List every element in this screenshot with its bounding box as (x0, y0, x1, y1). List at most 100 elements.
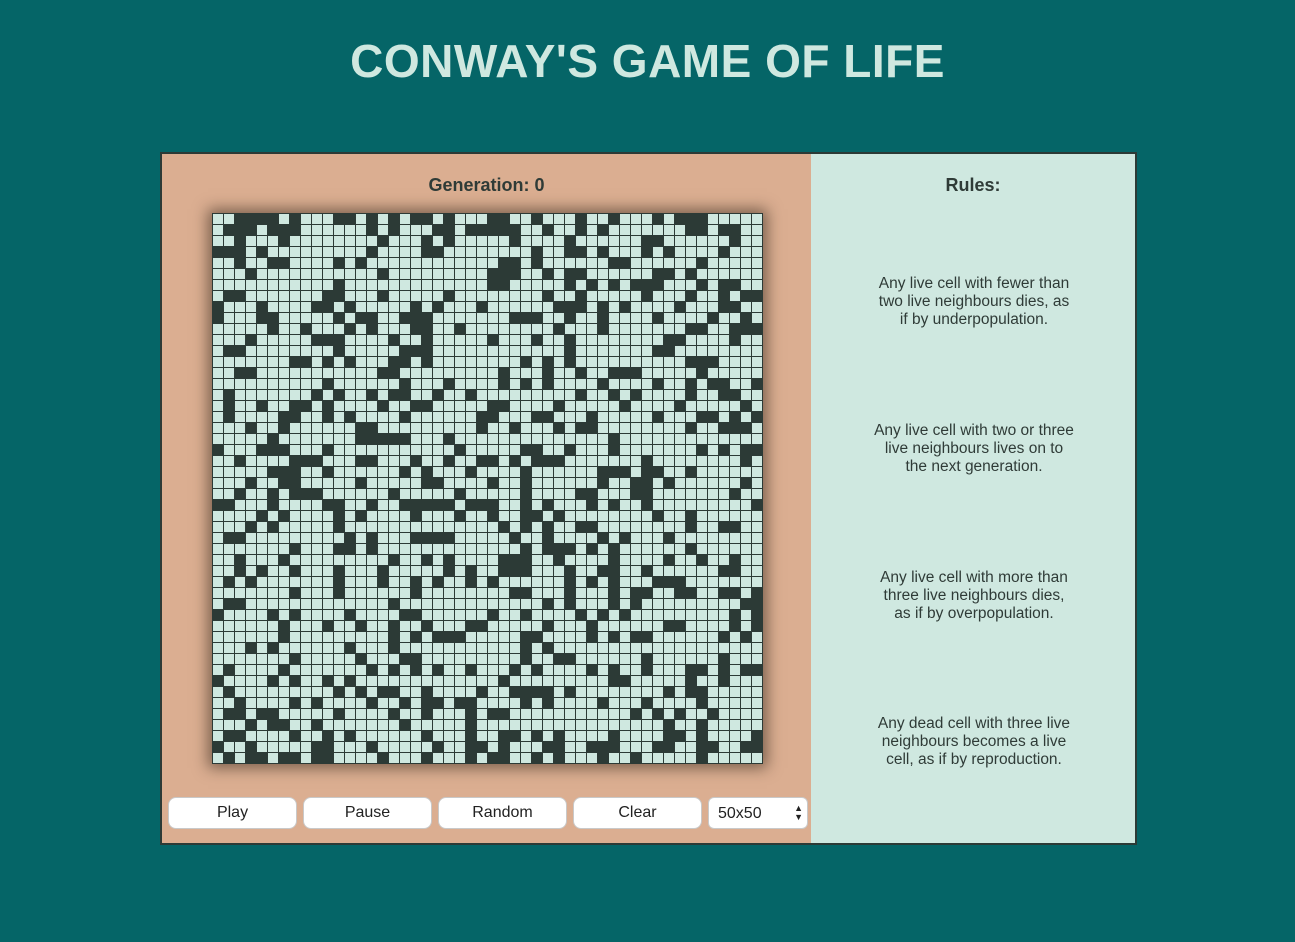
grid-cell[interactable] (686, 258, 697, 269)
grid-cell[interactable] (389, 269, 400, 280)
grid-cell[interactable] (323, 302, 334, 313)
grid-cell[interactable] (455, 588, 466, 599)
grid-cell[interactable] (312, 720, 323, 731)
grid-cell[interactable] (400, 500, 411, 511)
grid-cell[interactable] (609, 621, 620, 632)
grid-cell[interactable] (521, 577, 532, 588)
grid-cell[interactable] (356, 401, 367, 412)
grid-cell[interactable] (719, 434, 730, 445)
grid-cell[interactable] (279, 687, 290, 698)
grid-cell[interactable] (433, 610, 444, 621)
grid-cell[interactable] (334, 423, 345, 434)
grid-cell[interactable] (235, 291, 246, 302)
grid-cell[interactable] (422, 544, 433, 555)
grid-cell[interactable] (521, 511, 532, 522)
grid-cell[interactable] (444, 357, 455, 368)
grid-cell[interactable] (752, 588, 763, 599)
grid-cell[interactable] (433, 533, 444, 544)
grid-cell[interactable] (400, 709, 411, 720)
grid-cell[interactable] (686, 577, 697, 588)
grid-cell[interactable] (400, 698, 411, 709)
grid-cell[interactable] (301, 533, 312, 544)
grid-cell[interactable] (653, 214, 664, 225)
grid-cell[interactable] (477, 313, 488, 324)
grid-cell[interactable] (334, 379, 345, 390)
grid-cell[interactable] (246, 621, 257, 632)
grid-cell[interactable] (642, 742, 653, 753)
grid-cell[interactable] (521, 214, 532, 225)
grid-cell[interactable] (301, 368, 312, 379)
grid-cell[interactable] (235, 401, 246, 412)
grid-cell[interactable] (433, 588, 444, 599)
grid-cell[interactable] (411, 555, 422, 566)
grid-cell[interactable] (730, 588, 741, 599)
grid-cell[interactable] (752, 291, 763, 302)
grid-cell[interactable] (686, 269, 697, 280)
grid-cell[interactable] (444, 632, 455, 643)
grid-cell[interactable] (653, 302, 664, 313)
grid-cell[interactable] (290, 478, 301, 489)
grid-cell[interactable] (642, 313, 653, 324)
grid-cell[interactable] (554, 291, 565, 302)
grid-cell[interactable] (543, 313, 554, 324)
grid-cell[interactable] (576, 522, 587, 533)
grid-cell[interactable] (532, 522, 543, 533)
grid-cell[interactable] (686, 236, 697, 247)
grid-cell[interactable] (356, 753, 367, 764)
grid-cell[interactable] (411, 346, 422, 357)
grid-cell[interactable] (400, 357, 411, 368)
grid-cell[interactable] (323, 324, 334, 335)
grid-cell[interactable] (301, 731, 312, 742)
grid-cell[interactable] (246, 247, 257, 258)
grid-cell[interactable] (257, 456, 268, 467)
grid-cell[interactable] (752, 599, 763, 610)
grid-cell[interactable] (422, 291, 433, 302)
grid-cell[interactable] (422, 632, 433, 643)
grid-cell[interactable] (213, 731, 224, 742)
grid-cell[interactable] (642, 291, 653, 302)
grid-cell[interactable] (510, 742, 521, 753)
grid-cell[interactable] (378, 478, 389, 489)
grid-cell[interactable] (257, 445, 268, 456)
grid-cell[interactable] (477, 665, 488, 676)
grid-cell[interactable] (213, 313, 224, 324)
grid-cell[interactable] (719, 489, 730, 500)
grid-cell[interactable] (521, 467, 532, 478)
grid-cell[interactable] (730, 632, 741, 643)
grid-cell[interactable] (345, 445, 356, 456)
grid-cell[interactable] (290, 753, 301, 764)
grid-cell[interactable] (235, 489, 246, 500)
grid-cell[interactable] (565, 225, 576, 236)
grid-cell[interactable] (345, 423, 356, 434)
grid-cell[interactable] (532, 390, 543, 401)
grid-cell[interactable] (741, 269, 752, 280)
grid-cell[interactable] (565, 324, 576, 335)
grid-cell[interactable] (422, 687, 433, 698)
grid-cell[interactable] (730, 720, 741, 731)
grid-cell[interactable] (576, 324, 587, 335)
grid-cell[interactable] (598, 412, 609, 423)
grid-cell[interactable] (719, 357, 730, 368)
grid-cell[interactable] (290, 434, 301, 445)
grid-cell[interactable] (411, 665, 422, 676)
grid-cell[interactable] (257, 566, 268, 577)
grid-cell[interactable] (554, 258, 565, 269)
grid-cell[interactable] (312, 665, 323, 676)
grid-cell[interactable] (741, 643, 752, 654)
grid-cell[interactable] (444, 731, 455, 742)
grid-cell[interactable] (279, 676, 290, 687)
grid-cell[interactable] (521, 588, 532, 599)
grid-cell[interactable] (367, 489, 378, 500)
grid-cell[interactable] (378, 610, 389, 621)
grid-cell[interactable] (345, 236, 356, 247)
grid-cell[interactable] (257, 687, 268, 698)
grid-cell[interactable] (719, 599, 730, 610)
grid-cell[interactable] (323, 445, 334, 456)
grid-cell[interactable] (389, 434, 400, 445)
grid-cell[interactable] (444, 610, 455, 621)
grid-cell[interactable] (741, 577, 752, 588)
grid-cell[interactable] (411, 412, 422, 423)
grid-cell[interactable] (422, 324, 433, 335)
grid-cell[interactable] (554, 390, 565, 401)
grid-cell[interactable] (323, 665, 334, 676)
